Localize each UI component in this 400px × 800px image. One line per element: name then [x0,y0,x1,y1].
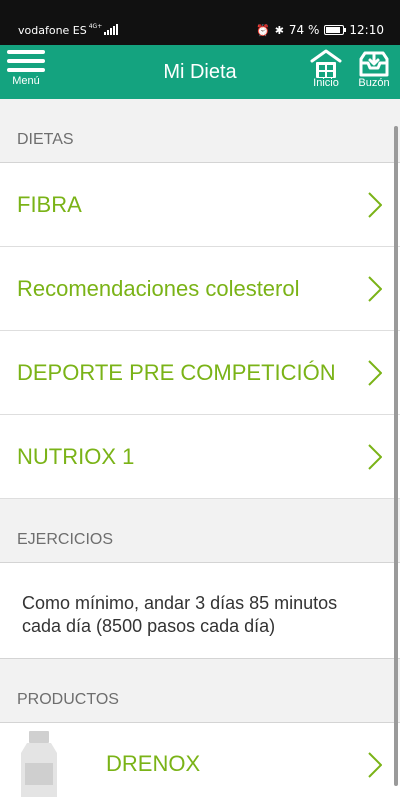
network-type: 4G+ [88,23,103,30]
status-bar-left: vodafone ES 4G+ [18,23,119,37]
diet-item-label: DEPORTE PRE COMPETICIÓN [17,359,336,385]
exercise-text: Como mínimo, andar 3 días 85 minutos cad… [0,563,400,659]
signal-icon [104,24,119,35]
alarm-icon: ⏰ [255,23,270,37]
diet-item[interactable]: FIBRA [0,163,400,247]
diet-item[interactable]: DEPORTE PRE COMPETICIÓN [0,331,400,415]
battery-icon [324,25,347,35]
app-bar: Menú Mi Dieta Inicio Buzón [0,45,400,99]
chevron-right-icon [368,192,382,218]
clock: 12:10 [349,23,384,37]
section-header-ejercicios: EJERCICIOS [0,499,400,563]
section-header-dietas: DIETAS [0,99,400,163]
status-bar: vodafone ES 4G+ ⏰ ✱ 74 % 12:10 [0,0,400,45]
home-icon [310,49,342,78]
status-bar-right: ⏰ ✱ 74 % 12:10 [256,23,384,37]
inbox-icon [359,51,389,77]
content-scroll[interactable]: DIETAS FIBRA Recomendaciones colesterol … [0,99,400,800]
diet-item-label: Recomendaciones colesterol [17,275,300,301]
scrollbar[interactable] [394,126,398,786]
diet-item[interactable]: Recomendaciones colesterol [0,247,400,331]
diet-item-label: FIBRA [17,191,82,217]
diet-item-label: NUTRIOX 1 [17,443,135,469]
battery-percent: 74 % [288,23,320,37]
bottle-icon [21,731,57,797]
home-label: Inicio [313,77,339,89]
product-item-label: DRENOX [106,751,201,776]
chevron-right-icon [368,444,382,470]
diet-item[interactable]: NUTRIOX 1 [0,415,400,499]
product-item[interactable]: DRENOX [0,723,400,800]
chevron-right-icon [368,360,382,386]
chevron-right-icon [368,752,382,778]
carrier-name: vodafone ES [18,24,87,37]
mailbox-label: Buzón [358,77,390,89]
chevron-right-icon [368,276,382,302]
home-button[interactable]: Inicio [306,49,346,89]
bluetooth-icon: ✱ [274,23,284,37]
section-header-productos: PRODUCTOS [0,659,400,723]
mailbox-button[interactable]: Buzón [354,49,394,89]
